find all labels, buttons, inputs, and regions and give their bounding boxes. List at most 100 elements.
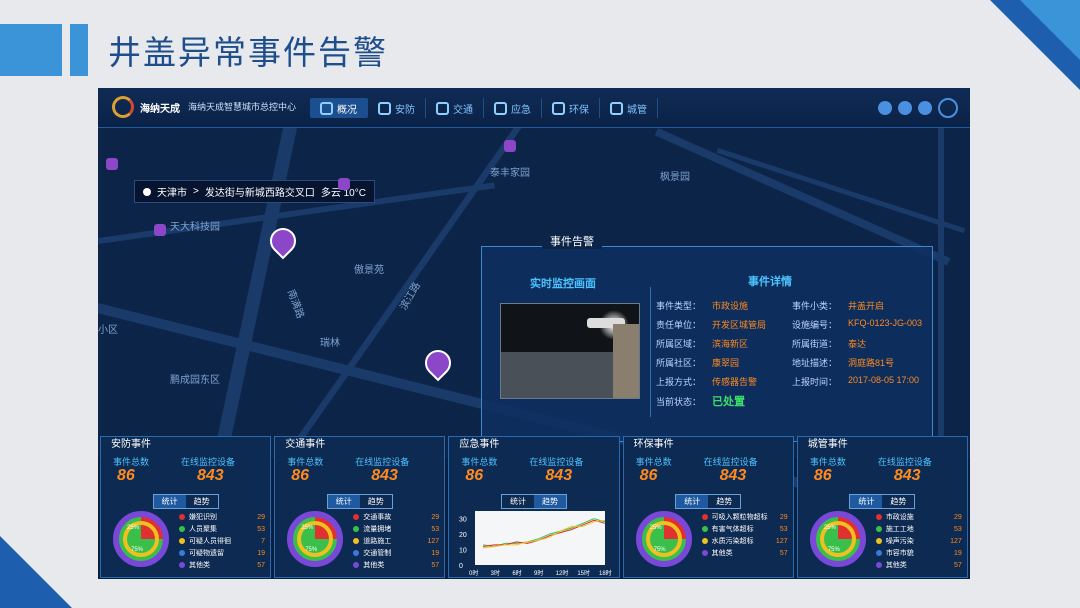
avatar[interactable] <box>938 98 958 118</box>
donut-chart[interactable] <box>113 511 169 567</box>
category-item[interactable]: 其他类 57 <box>701 547 788 559</box>
category-label: 人员聚集 <box>189 526 217 533</box>
map-place: 枫景园 <box>660 172 690 183</box>
urban-event-marker-icon[interactable] <box>504 140 516 152</box>
tab-stats[interactable]: 统计 <box>676 495 709 508</box>
power-icon[interactable] <box>918 101 932 115</box>
category-item[interactable]: 噪声污染 127 <box>875 535 962 547</box>
nav-tab-0[interactable]: 概况 <box>310 98 368 118</box>
category-item[interactable]: 市政设施 29 <box>875 511 962 523</box>
category-label: 道路施工 <box>363 538 392 545</box>
category-label: 噪声污染 <box>885 538 914 545</box>
map-place: 瑞林 <box>320 338 340 349</box>
event-panel: 应急事件 事件总数 在线监控设备 86 843 统计 趋势 0 10 20 30 0时 3时 6时 9时 12… <box>448 436 620 578</box>
urban-event-marker-icon[interactable] <box>338 178 350 190</box>
car-icon <box>436 101 449 115</box>
category-label: 其他类 <box>189 562 210 569</box>
y-tick-label: 10 <box>459 548 467 555</box>
urban-event-marker-icon[interactable] <box>154 224 166 236</box>
breadcrumb-city[interactable]: 天津市 <box>157 184 187 199</box>
category-dot <box>353 514 360 520</box>
category-item[interactable]: 交通管制 19 <box>353 547 439 559</box>
gear-pin-icon[interactable] <box>419 344 457 382</box>
category-item[interactable]: 可吸入颗粒物超标 29 <box>701 511 788 523</box>
donut-chart[interactable] <box>287 511 344 567</box>
category-dot <box>701 526 708 532</box>
category-item[interactable]: 其他类 57 <box>875 559 962 571</box>
tab-stats[interactable]: 统计 <box>153 495 186 508</box>
detail-value: KFQ-0123-JG-003 <box>848 318 923 328</box>
detail-value: 泰达 <box>848 339 867 349</box>
tab-trend[interactable]: 趋势 <box>708 495 740 508</box>
nav-tab-1[interactable]: 安防 <box>368 98 426 118</box>
category-dot <box>179 550 185 556</box>
category-label: 嫌犯识别 <box>189 514 217 521</box>
user-icon[interactable] <box>898 101 912 115</box>
category-count: 29 <box>431 513 440 521</box>
live-camera-feed[interactable] <box>500 303 640 399</box>
tab-stats[interactable]: 统计 <box>327 495 360 508</box>
category-item[interactable]: 人员聚集 53 <box>179 523 265 535</box>
category-item[interactable]: 水质污染超标 127 <box>701 535 788 547</box>
category-item[interactable]: 嫌犯识别 29 <box>179 511 265 523</box>
category-label: 其他类 <box>363 562 385 569</box>
category-item[interactable]: 其他类 57 <box>353 559 439 571</box>
category-item[interactable]: 流量拥堵 53 <box>353 523 439 535</box>
online-value: 843 <box>893 467 921 484</box>
nav-tab-label: 概况 <box>337 104 357 116</box>
donut-label: 75% <box>305 547 318 553</box>
donut-label: 75% <box>131 547 144 553</box>
slide-corner-decor <box>1020 0 1080 60</box>
detail-label: 事件类型： <box>656 301 702 311</box>
category-item[interactable]: 有害气体超标 53 <box>701 523 788 535</box>
detail-value: 洞庭路81号 <box>848 358 895 368</box>
detail-label: 地址描述： <box>792 358 838 368</box>
event-panel: 安防事件 事件总数 在线监控设备 86 843 统计 趋势 25% 75% 嫌犯识别 29 人员聚集 5… <box>100 436 272 578</box>
category-list: 市政设施 29 施工工地 53 噪声污染 127 市容市貌 19 其他类 57 <box>875 511 962 571</box>
tab-trend[interactable]: 趋势 <box>882 495 914 508</box>
category-count: 53 <box>257 525 265 533</box>
detail-value: 传感器告警 <box>712 377 758 387</box>
urban-event-marker-icon[interactable] <box>106 158 118 170</box>
nav-tab-5[interactable]: 城管 <box>600 98 658 118</box>
category-label: 施工工地 <box>885 526 914 533</box>
category-item[interactable]: 道路施工 127 <box>353 535 439 547</box>
category-item[interactable]: 其他类 57 <box>179 559 265 571</box>
donut-label: 25% <box>823 525 836 531</box>
status-label: 当前状态： <box>656 397 702 407</box>
category-item[interactable]: 可疑人员徘徊 7 <box>179 535 265 547</box>
donut-chart[interactable] <box>635 511 692 567</box>
category-item[interactable]: 交通事故 29 <box>353 511 439 523</box>
logo-icon <box>112 96 134 118</box>
security-icon <box>378 101 391 115</box>
alert-icon[interactable] <box>878 101 892 115</box>
tab-trend[interactable]: 趋势 <box>360 495 392 508</box>
category-count: 53 <box>431 525 440 533</box>
category-dot <box>701 538 708 544</box>
stats-trend-toggle: 统计 趋势 <box>849 494 916 509</box>
category-count: 19 <box>257 549 265 557</box>
detail-label: 上报时间： <box>792 377 838 387</box>
city-map[interactable]: 泰丰家园 枫景园 天大科技园 傲景苑 小区 瑞林 鹏成园东区 南满路 滨江路 天… <box>98 128 970 524</box>
detail-value: 开发区城管局 <box>712 320 767 330</box>
category-count: 57 <box>779 549 788 557</box>
detail-label: 所属社区： <box>656 358 702 368</box>
donut-label: 25% <box>649 525 662 531</box>
location-pin-icon <box>143 187 151 196</box>
category-item[interactable]: 市容市貌 19 <box>875 547 962 559</box>
nav-tab-3[interactable]: 应急 <box>484 98 542 118</box>
tab-stats[interactable]: 统计 <box>850 495 883 508</box>
x-tick-label: 15时 <box>578 569 591 577</box>
tab-trend[interactable]: 趋势 <box>186 495 218 508</box>
donut-chart[interactable] <box>809 511 866 567</box>
category-count: 127 <box>775 537 788 545</box>
y-tick-label: 30 <box>459 517 467 524</box>
nav-tab-4[interactable]: 环保 <box>542 98 600 118</box>
top-icons <box>878 98 958 118</box>
nav-tab-2[interactable]: 交通 <box>426 98 484 118</box>
map-place: 南满路 <box>284 288 306 321</box>
category-item[interactable]: 施工工地 53 <box>875 523 962 535</box>
category-item[interactable]: 可疑物遗留 19 <box>179 547 265 559</box>
trend-line-chart[interactable]: 0 10 20 30 0时 3时 6时 9时 12时 15时 18时 <box>455 507 615 577</box>
category-count: 29 <box>257 513 265 521</box>
